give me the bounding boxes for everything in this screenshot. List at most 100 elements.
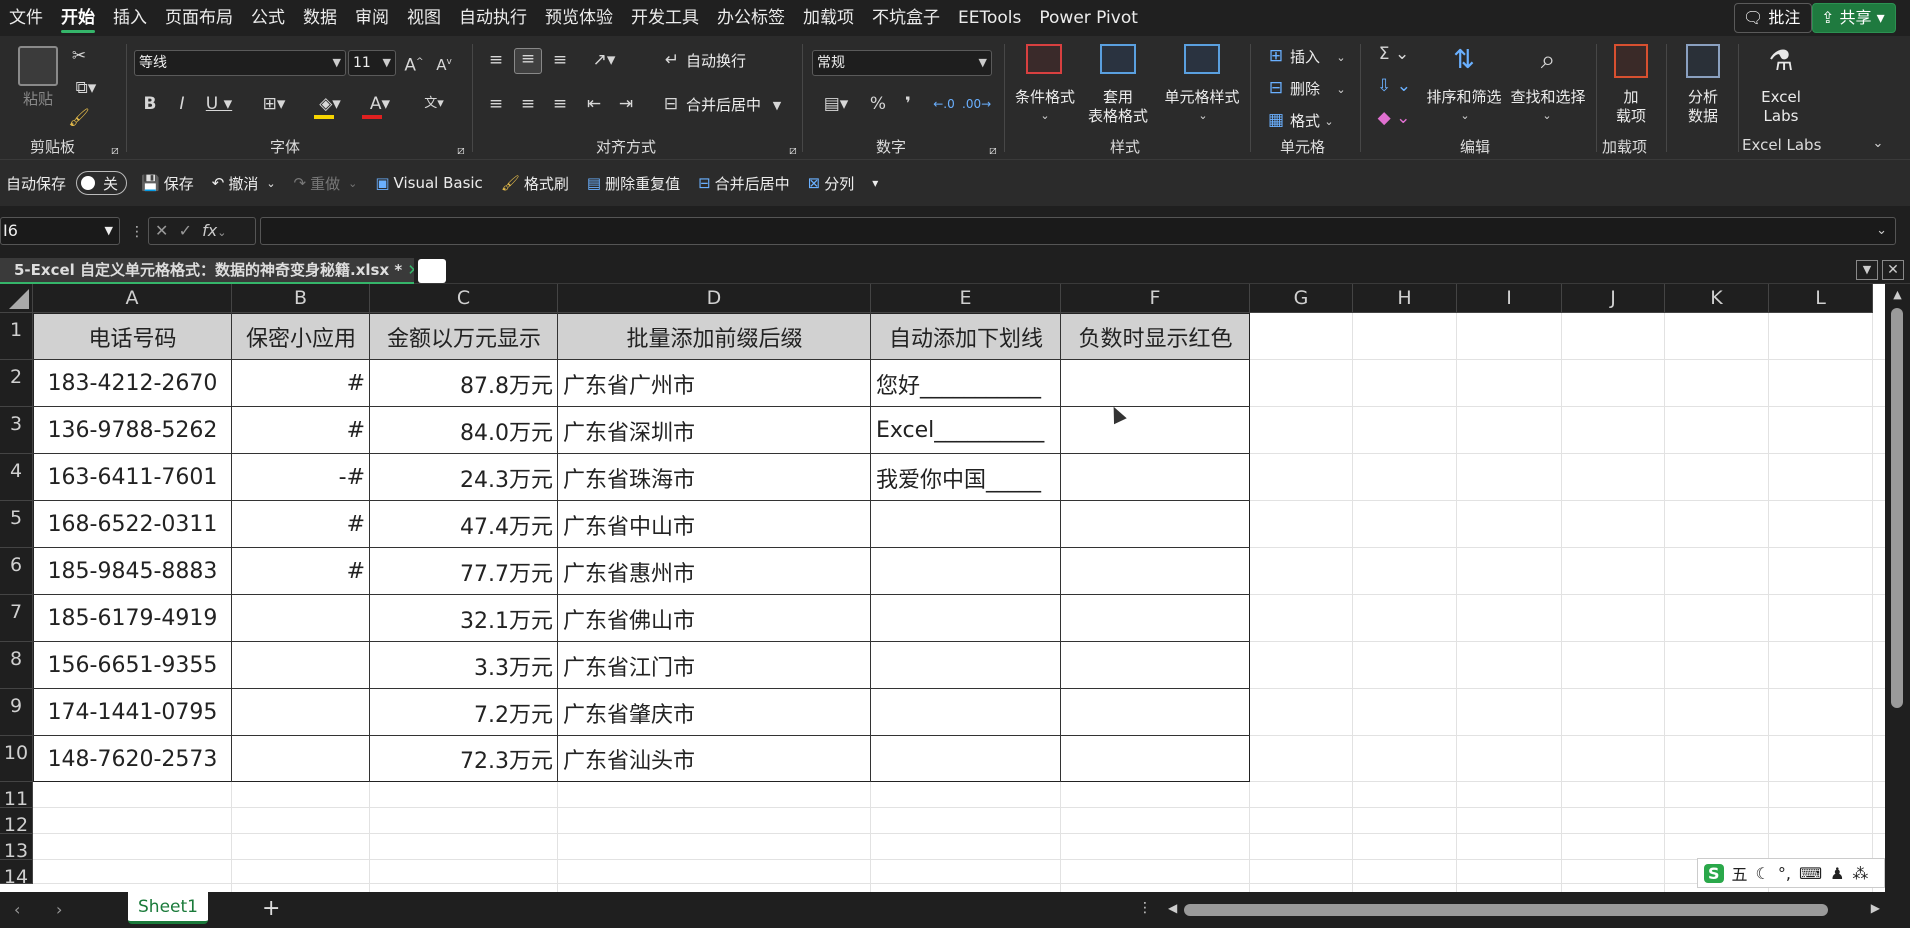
- decrease-decimal-icon[interactable]: .00→: [962, 94, 991, 114]
- insert-function-icon[interactable]: fx: [202, 221, 217, 240]
- collapse-ribbon-icon[interactable]: ⌄: [1868, 134, 1888, 154]
- conditional-format-icon[interactable]: [1026, 44, 1062, 74]
- menu-item-15[interactable]: Power Pivot: [1030, 0, 1147, 36]
- cell-styles-button[interactable]: 单元格样式: [1162, 88, 1242, 106]
- formula-input[interactable]: ⌄: [260, 217, 1896, 245]
- enter-icon[interactable]: ✓: [179, 221, 192, 240]
- cell-B2[interactable]: #: [232, 360, 370, 407]
- menu-item-14[interactable]: EETools: [949, 0, 1030, 36]
- column-header-F[interactable]: F: [1061, 284, 1250, 313]
- font-name-combo[interactable]: 等线 ▼: [134, 50, 346, 76]
- analyze-data-button-line2[interactable]: 数据: [1680, 107, 1726, 125]
- vertical-scrollbar[interactable]: ▲: [1885, 284, 1910, 892]
- cell-B9[interactable]: [232, 689, 370, 736]
- sort-filter-icon[interactable]: ⇅: [1444, 46, 1484, 74]
- cell-F5[interactable]: [1061, 501, 1250, 548]
- menu-item-8[interactable]: 自动执行: [450, 0, 536, 36]
- cell-D4[interactable]: 广东省珠海市: [558, 454, 871, 501]
- menu-item-9[interactable]: 预览体验: [536, 0, 622, 36]
- close-window-icon[interactable]: ✕: [1882, 260, 1904, 280]
- grow-font-icon[interactable]: A^: [402, 52, 426, 76]
- align-middle-icon[interactable]: ≡: [514, 48, 542, 74]
- next-sheet-icon[interactable]: ›: [56, 900, 62, 919]
- fill-icon[interactable]: ⇩ ⌄: [1376, 76, 1412, 96]
- cell-D10[interactable]: 广东省汕头市: [558, 736, 871, 782]
- column-header-K[interactable]: K: [1665, 284, 1769, 313]
- cell-B4[interactable]: -#: [232, 454, 370, 501]
- cell-E10[interactable]: [871, 736, 1061, 782]
- align-left-icon[interactable]: ≡: [484, 94, 508, 114]
- table-format-button-line1[interactable]: 套用: [1100, 88, 1136, 106]
- horizontal-scrollbar[interactable]: ◀ ▶: [1168, 901, 1880, 916]
- column-header-E[interactable]: E: [871, 284, 1061, 313]
- row-header-11[interactable]: 11: [0, 782, 33, 810]
- workbook-tab[interactable]: 5-Excel 自定义单元格格式：数据的神奇变身秘籍.xlsx * ✕: [0, 258, 414, 284]
- cell-E4[interactable]: 我爱你中国_____: [871, 454, 1061, 501]
- merge-center-icon[interactable]: ⊟: [660, 94, 682, 114]
- dialog-launcher-icon[interactable]: ⧄: [986, 140, 1000, 160]
- excel-labs-button-line2[interactable]: Labs: [1756, 107, 1806, 125]
- cell-A4[interactable]: 163-6411-7601: [33, 454, 232, 501]
- align-right-icon[interactable]: ≡: [548, 94, 572, 114]
- dialog-launcher-icon[interactable]: ⧄: [454, 140, 468, 160]
- cell-D6[interactable]: 广东省惠州市: [558, 548, 871, 595]
- column-header-B[interactable]: B: [232, 284, 370, 313]
- search-icon[interactable]: ⌕: [1528, 46, 1568, 74]
- cell-F9[interactable]: [1061, 689, 1250, 736]
- cell-C7[interactable]: 32.1万元: [370, 595, 558, 642]
- cell-D3[interactable]: 广东省深圳市: [558, 407, 871, 454]
- format-painter-button[interactable]: 🖌 格式刷: [501, 173, 569, 194]
- cell-E6[interactable]: [871, 548, 1061, 595]
- menu-item-0[interactable]: 文件: [0, 0, 52, 36]
- paste-icon[interactable]: [18, 46, 58, 86]
- vertical-scroll-thumb[interactable]: [1891, 308, 1903, 708]
- row-header-14[interactable]: 14: [0, 860, 33, 888]
- underline-icon[interactable]: U ▾: [202, 94, 236, 114]
- header-cell-A[interactable]: 电话号码: [33, 313, 232, 360]
- cell-F10[interactable]: [1061, 736, 1250, 782]
- row-header-6[interactable]: 6: [0, 548, 33, 595]
- align-center-icon[interactable]: ≡: [516, 94, 540, 114]
- row-header-13[interactable]: 13: [0, 834, 33, 862]
- cell-C2[interactable]: 87.8万元: [370, 360, 558, 407]
- menu-item-4[interactable]: 公式: [242, 0, 294, 36]
- cell-D5[interactable]: 广东省中山市: [558, 501, 871, 548]
- analyze-data-icon[interactable]: [1686, 44, 1720, 78]
- sheet-tab-sheet1[interactable]: Sheet1: [128, 892, 208, 924]
- header-cell-F[interactable]: 负数时显示红色: [1061, 313, 1250, 360]
- cell-D8[interactable]: 广东省江门市: [558, 642, 871, 689]
- row-header-2[interactable]: 2: [0, 360, 33, 407]
- cell-D9[interactable]: 广东省肇庆市: [558, 689, 871, 736]
- addins-icon[interactable]: [1614, 44, 1648, 78]
- remove-duplicates-button[interactable]: ▤ 删除重复值: [587, 173, 680, 194]
- cell-B7[interactable]: [232, 595, 370, 642]
- row-header-5[interactable]: 5: [0, 501, 33, 548]
- bold-icon[interactable]: B: [140, 94, 160, 114]
- shrink-font-icon[interactable]: Av: [432, 52, 456, 75]
- menu-item-1[interactable]: 开始: [52, 0, 104, 36]
- cut-icon[interactable]: ✂: [68, 46, 90, 66]
- row-header-4[interactable]: 4: [0, 454, 33, 501]
- insert-cells-icon[interactable]: ⊞: [1266, 46, 1286, 66]
- cell-C8[interactable]: 3.3万元: [370, 642, 558, 689]
- redo-button[interactable]: ↷ 重做 ⌄: [294, 173, 358, 194]
- format-painter-icon[interactable]: 🖌: [68, 108, 90, 128]
- addins-button-line2[interactable]: 载项: [1606, 107, 1656, 125]
- chevron-down-icon[interactable]: ▼: [770, 96, 784, 116]
- menu-item-5[interactable]: 数据: [294, 0, 346, 36]
- font-color-icon[interactable]: A▾: [360, 94, 400, 114]
- scroll-left-icon[interactable]: ◀: [1168, 901, 1177, 915]
- cell-A10[interactable]: 148-7620-2573: [33, 736, 232, 782]
- menu-item-12[interactable]: 加载项: [794, 0, 863, 36]
- addins-button-line1[interactable]: 加: [1612, 88, 1650, 106]
- cell-D2[interactable]: 广东省广州市: [558, 360, 871, 407]
- cell-F8[interactable]: [1061, 642, 1250, 689]
- header-cell-E[interactable]: 自动添加下划线: [871, 313, 1061, 360]
- cell-B6[interactable]: #: [232, 548, 370, 595]
- cell-B10[interactable]: [232, 736, 370, 782]
- row-header-12[interactable]: 12: [0, 808, 33, 836]
- cell-A8[interactable]: 156-6651-9355: [33, 642, 232, 689]
- horizontal-scroll-thumb[interactable]: [1184, 904, 1828, 916]
- cell-E7[interactable]: [871, 595, 1061, 642]
- find-select-button[interactable]: 查找和选择: [1508, 88, 1588, 106]
